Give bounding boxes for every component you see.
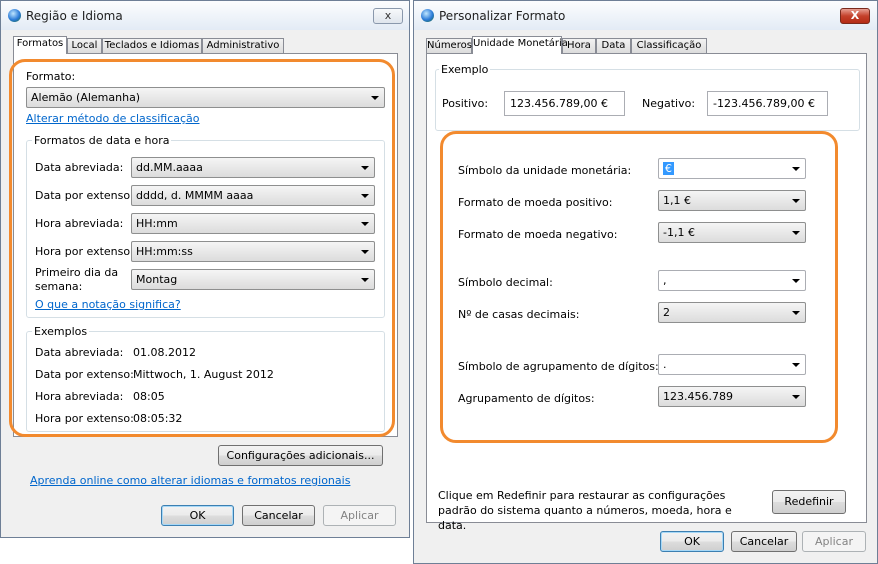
close-button[interactable]: X <box>840 8 870 24</box>
close-button[interactable]: x <box>373 8 403 24</box>
globe-icon <box>8 9 21 22</box>
apply-button[interactable]: Aplicar <box>802 531 866 552</box>
tab-keyboards[interactable]: Teclados e Idiomas <box>102 38 202 53</box>
positive-example-value: 123.456.789,00 € <box>510 97 608 110</box>
apply-button[interactable]: Aplicar <box>323 505 396 526</box>
currency-settings-highlight <box>440 131 838 443</box>
tab-strip: Formatos Local Teclados e Idiomas Admini… <box>13 36 393 54</box>
example-legend: Exemplo <box>439 63 491 76</box>
reset-button[interactable]: Redefinir <box>772 490 846 514</box>
title-bar: Personalizar Formato X <box>414 1 877 30</box>
tab-currency[interactable]: Unidade Monetária <box>472 36 568 54</box>
positive-example-field: 123.456.789,00 € <box>504 91 625 116</box>
tab-strip: Números Unidade Monetária Hora Data Clas… <box>426 36 866 54</box>
cancel-button[interactable]: Cancelar <box>731 531 797 552</box>
tab-sorting[interactable]: Classificação <box>631 38 707 53</box>
formats-highlight <box>9 59 395 437</box>
additional-settings-button[interactable]: Configurações adicionais... <box>218 445 383 466</box>
tab-numbers[interactable]: Números <box>426 38 472 53</box>
learn-online-link[interactable]: Aprenda online como alterar idiomas e fo… <box>30 474 350 487</box>
negative-example-field: -123.456.789,00 € <box>707 91 828 116</box>
tab-formats[interactable]: Formatos <box>13 36 67 54</box>
title-bar: Região e Idioma x <box>1 1 409 30</box>
window-title: Região e Idioma <box>26 9 123 23</box>
negative-label: Negativo: <box>642 97 696 110</box>
region-language-window: Região e Idioma x Formatos Local Teclado… <box>0 0 410 538</box>
tab-administrative[interactable]: Administrativo <box>202 38 284 53</box>
tab-date[interactable]: Data <box>596 38 631 53</box>
reset-note: Clique em Redefinir para restaurar as co… <box>438 489 732 532</box>
ok-button[interactable]: OK <box>660 531 724 552</box>
negative-example-value: -123.456.789,00 € <box>713 97 815 110</box>
positive-label: Positivo: <box>442 97 489 110</box>
window-title: Personalizar Formato <box>439 9 566 23</box>
cancel-button[interactable]: Cancelar <box>242 505 315 526</box>
globe-icon <box>421 9 434 22</box>
customize-format-window: Personalizar Formato X Números Unidade M… <box>413 0 878 564</box>
ok-button[interactable]: OK <box>161 505 234 526</box>
example-group: Exemplo Positivo: 123.456.789,00 € Negat… <box>435 63 860 131</box>
tab-location[interactable]: Local <box>67 38 102 53</box>
